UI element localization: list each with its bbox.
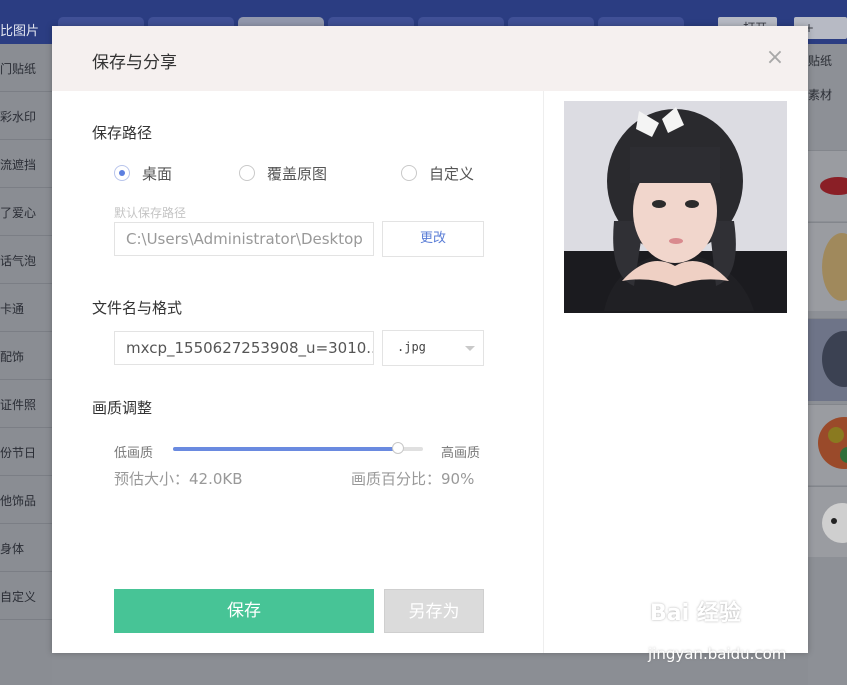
estimated-size: 预估大小：42.0KB (114, 470, 243, 488)
afro-icon (818, 417, 847, 469)
close-icon[interactable]: × (763, 46, 787, 70)
format-select[interactable]: .jpg (382, 330, 484, 366)
quality-slider[interactable] (173, 442, 423, 454)
sidebar-item[interactable]: 自定义 (0, 572, 52, 620)
file-name-field[interactable]: mxcp_1550627253908_u=3010... (114, 331, 374, 365)
radio-label: 自定义 (429, 164, 475, 183)
low-quality-label: 低画质 (114, 446, 154, 461)
dialog-divider (543, 91, 544, 653)
sidebar-item-label: 身体 (0, 542, 25, 556)
sidebar-item[interactable]: 彩水印 (0, 92, 52, 140)
sidebar-item[interactable]: 门贴纸 (0, 44, 52, 92)
radio-desktop[interactable]: 桌面 (114, 163, 172, 183)
sidebar-item-label: 证件照 (0, 398, 37, 412)
radio-indicator (239, 165, 255, 181)
sidebar-item[interactable]: 份节日 (0, 428, 52, 476)
sidebar-item-label: 他饰品 (0, 494, 37, 508)
radio-overwrite[interactable]: 覆盖原图 (239, 163, 327, 183)
change-path-button[interactable]: 更改 (382, 221, 484, 257)
right-tab-label[interactable]: 素材 (808, 86, 832, 103)
save-button[interactable]: 保存 (114, 589, 374, 633)
radio-indicator (114, 165, 130, 181)
save-as-button[interactable]: 另存为 (384, 589, 484, 633)
radio-indicator (401, 165, 417, 181)
baidu-watermark: Bai 经验 (650, 601, 741, 626)
dialog-header: 保存与分享 × (52, 26, 808, 91)
default-path-hint: 默认保存路径 (114, 206, 187, 220)
quality-slider-thumb[interactable] (392, 442, 404, 454)
sidebar-item[interactable]: 卡通 (0, 284, 52, 332)
sidebar-item[interactable]: 身体 (0, 524, 52, 572)
sidebar-item-label: 卡通 (0, 302, 25, 316)
radio-label: 覆盖原图 (267, 164, 328, 183)
sidebar-item[interactable]: 配饰 (0, 332, 52, 380)
hair-icon (822, 233, 847, 301)
sidebar-item[interactable]: 证件照 (0, 380, 52, 428)
sidebar-item-label: 份节日 (0, 446, 37, 460)
sidebar-item[interactable]: 流遮挡 (0, 140, 52, 188)
format-value: .jpg (397, 340, 426, 354)
sidebar-item[interactable]: 他饰品 (0, 476, 52, 524)
chevron-down-icon (465, 346, 475, 351)
save-share-dialog: 保存与分享 × 保存路径 桌面 覆盖原图 自定义 默认保存路径 C:\Users… (52, 26, 808, 653)
right-tab-label[interactable]: 贴纸 (808, 52, 832, 69)
sticker-thumbnail-afro[interactable] (808, 404, 847, 485)
sidebar-item-label: 了爱心 (0, 206, 37, 220)
radio-label: 桌面 (142, 164, 173, 183)
quality-percent: 画质百分比：90% (351, 470, 475, 488)
save-path-field[interactable]: C:\Users\Administrator\Desktop (114, 222, 374, 256)
quality-title: 画质调整 (92, 399, 153, 417)
sidebar-item-label: 配饰 (0, 350, 25, 364)
sticker-thumbnail-lips[interactable] (808, 150, 847, 221)
app-sidebar: 门贴纸 彩水印 流遮挡 了爱心 话气泡 卡通 配饰 证件照 份节日 他饰品 身体… (0, 44, 52, 685)
radio-custom[interactable]: 自定义 (401, 163, 474, 183)
sidebar-item-label: 自定义 (0, 590, 37, 604)
app-title: 比图片 (0, 24, 40, 39)
dialog-title: 保存与分享 (92, 53, 177, 73)
sticker-thumbnail-face[interactable] (808, 486, 847, 557)
portrait-illustration (564, 101, 787, 313)
sidebar-item[interactable]: 话气泡 (0, 236, 52, 284)
save-path-title: 保存路径 (92, 124, 153, 142)
high-quality-label: 高画质 (441, 446, 481, 461)
sidebar-item-label: 彩水印 (0, 110, 37, 124)
lips-icon (820, 177, 847, 195)
wig-icon (822, 331, 847, 387)
preview-image (564, 101, 787, 313)
sidebar-item-label: 门贴纸 (0, 62, 37, 76)
sticker-thumbnail-hair[interactable] (808, 222, 847, 311)
file-name-title: 文件名与格式 (92, 299, 183, 317)
quality-slider-fill (173, 447, 398, 451)
sidebar-item-label: 话气泡 (0, 254, 37, 268)
sidebar-item-label: 流遮挡 (0, 158, 37, 172)
face-icon (822, 503, 847, 543)
sidebar-item[interactable]: 了爱心 (0, 188, 52, 236)
watermark-url: jingyan.baidu.com (648, 645, 787, 663)
sticker-thumbnail-selected[interactable] (808, 318, 847, 401)
